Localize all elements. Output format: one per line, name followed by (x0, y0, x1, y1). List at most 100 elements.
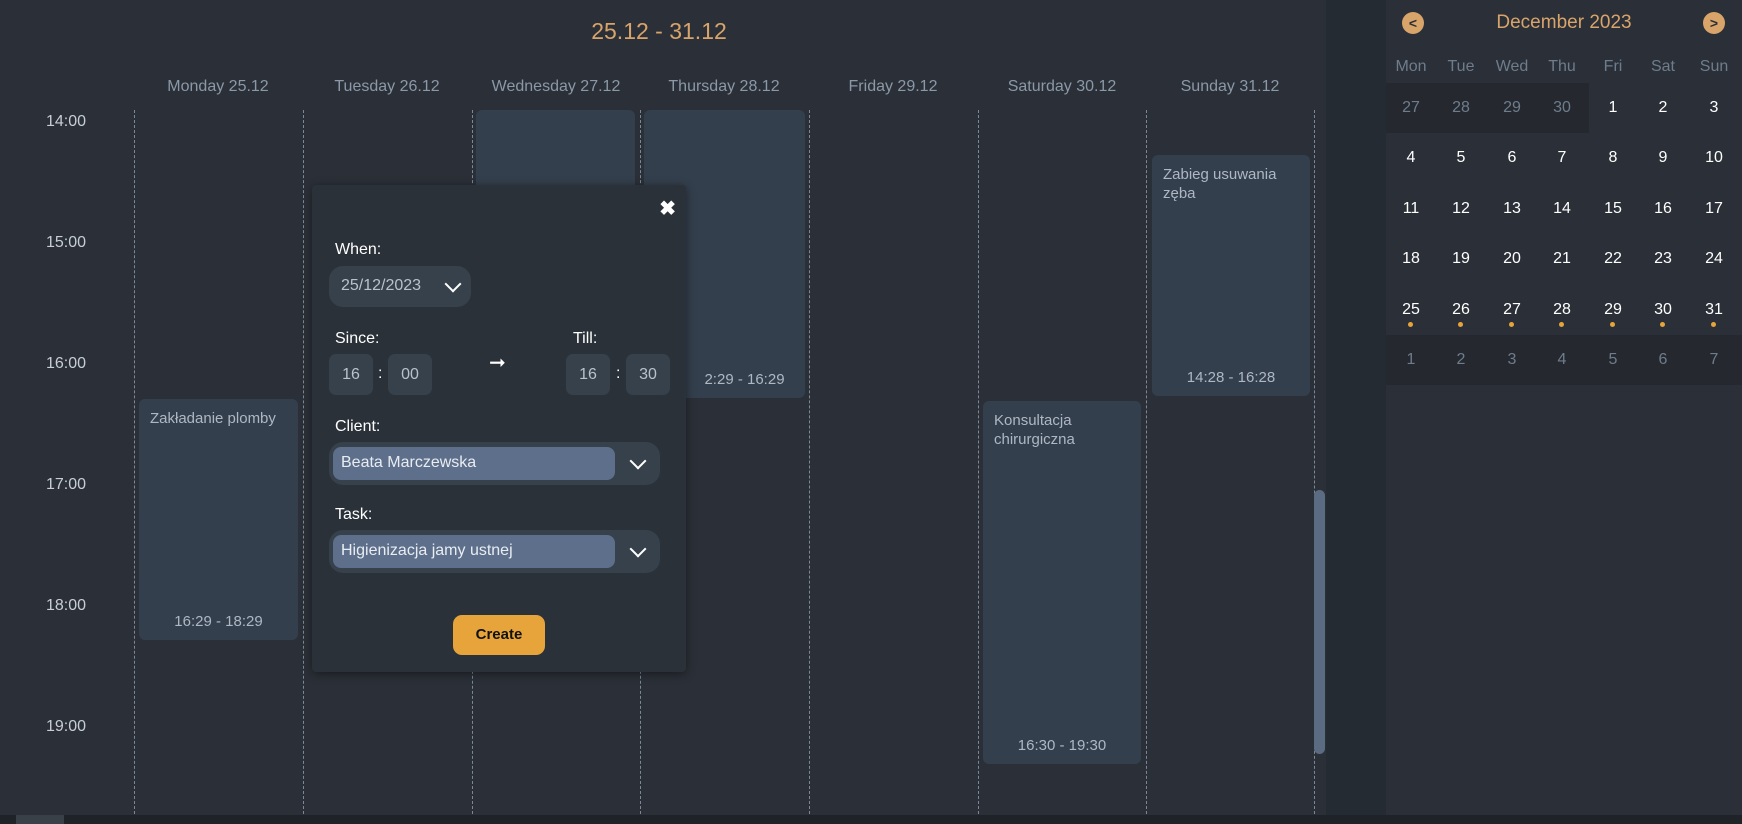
calendar-day-number: 4 (1406, 149, 1416, 166)
client-select[interactable]: Beata Marczewska (329, 442, 660, 485)
calendar-day[interactable]: 12 (1436, 184, 1486, 234)
column-divider (1146, 110, 1147, 824)
event-zabieg-usuwania-zeba[interactable]: Zabieg usuwania zęba 14:28 - 16:28 (1152, 155, 1310, 396)
event-indicator-dot (1559, 322, 1564, 327)
till-hour-input[interactable]: 16 (566, 354, 610, 395)
calendar-day[interactable]: 6 (1487, 133, 1537, 183)
calendar-day-number: 6 (1658, 351, 1668, 368)
close-icon[interactable]: ✖ (659, 196, 676, 221)
day-header-monday: Monday 25.12 (167, 78, 269, 95)
calendar-day-number: 28 (1452, 99, 1470, 116)
event-indicator-dot (1660, 322, 1665, 327)
chevron-down-icon (629, 540, 647, 558)
next-month-button[interactable]: > (1703, 12, 1725, 34)
calendar-day-number: 31 (1705, 301, 1723, 318)
event-indicator-dot (1458, 322, 1463, 327)
calendar-day-number: 23 (1654, 250, 1672, 267)
calendar-day-number: 16 (1654, 200, 1672, 217)
taskbar-item[interactable] (16, 815, 64, 824)
calendar-day[interactable]: 5 (1588, 335, 1638, 385)
event-indicator-dot (1610, 322, 1615, 327)
calendar-day[interactable]: 9 (1638, 133, 1688, 183)
calendar-day[interactable]: 27 (1386, 83, 1436, 133)
calendar-day[interactable]: 2 (1638, 83, 1688, 133)
calendar-day-number: 19 (1452, 250, 1470, 267)
calendar-day-number: 28 (1553, 301, 1571, 318)
till-minute-input[interactable]: 30 (626, 354, 670, 395)
calendar-day[interactable]: 28 (1537, 285, 1587, 335)
calendar-day[interactable]: 15 (1588, 184, 1638, 234)
mini-calendar-header: < December 2023 > (1386, 0, 1742, 44)
event-zakladanie-plomby[interactable]: Zakładanie plomby 16:29 - 18:29 (139, 399, 298, 640)
calendar-day[interactable]: 23 (1638, 234, 1688, 284)
calendar-day[interactable]: 17 (1689, 184, 1739, 234)
calendar-day-number: 20 (1503, 250, 1521, 267)
weekday-label: Sun (1699, 58, 1729, 75)
create-button[interactable]: Create (453, 615, 545, 655)
calendar-day-number: 11 (1402, 200, 1420, 217)
calendar-day-number: 22 (1604, 250, 1622, 267)
calendar-day-number: 14 (1553, 200, 1571, 217)
weekday-label: Wed (1495, 58, 1529, 75)
calendar-day[interactable]: 25 (1386, 285, 1436, 335)
calendar-day[interactable]: 11 (1386, 184, 1436, 234)
event-konsultacja-chirurgiczna[interactable]: Konsultacja chirurgiczna 16:30 - 19:30 (983, 401, 1141, 764)
calendar-day[interactable]: 7 (1689, 335, 1739, 385)
calendar-day[interactable]: 1 (1386, 335, 1436, 385)
client-value: Beata Marczewska (341, 454, 477, 471)
calendar-day[interactable]: 27 (1487, 285, 1537, 335)
calendar-day[interactable]: 26 (1436, 285, 1486, 335)
calendar-day[interactable]: 29 (1588, 285, 1638, 335)
column-divider (978, 110, 979, 824)
calendar-day-number: 29 (1503, 99, 1521, 116)
calendar-day[interactable]: 30 (1537, 83, 1587, 133)
task-select[interactable]: Higienizacja jamy ustnej (329, 530, 660, 573)
calendar-day[interactable]: 30 (1638, 285, 1688, 335)
calendar-day[interactable]: 31 (1689, 285, 1739, 335)
till-label: Till: (573, 330, 598, 347)
calendar-day[interactable]: 2 (1436, 335, 1486, 385)
calendar-day[interactable]: 16 (1638, 184, 1688, 234)
calendar-day[interactable]: 22 (1588, 234, 1638, 284)
calendar-day[interactable]: 4 (1537, 335, 1587, 385)
calendar-day[interactable]: 3 (1487, 335, 1537, 385)
chevron-down-icon (629, 452, 647, 470)
calendar-day[interactable]: 8 (1588, 133, 1638, 183)
time-label: 17:00 (46, 476, 87, 493)
calendar-day[interactable]: 21 (1537, 234, 1587, 284)
since-hour-input[interactable]: 16 (329, 354, 373, 395)
calendar-day-number: 1 (1406, 351, 1416, 368)
since-minute-input[interactable]: 00 (388, 354, 432, 395)
calendar-day-number: 26 (1452, 301, 1470, 318)
calendar-day[interactable]: 14 (1537, 184, 1587, 234)
calendar-day[interactable]: 28 (1436, 83, 1486, 133)
calendar-day[interactable]: 6 (1638, 335, 1688, 385)
calendar-day[interactable]: 7 (1537, 133, 1587, 183)
calendar-day[interactable]: 24 (1689, 234, 1739, 284)
calendar-day[interactable]: 20 (1487, 234, 1537, 284)
time-label: 16:00 (46, 355, 87, 372)
day-header-tuesday: Tuesday 26.12 (334, 78, 440, 95)
event-title: Konsultacja chirurgiczna (994, 412, 1075, 448)
calendar-day[interactable]: 5 (1436, 133, 1486, 183)
calendar-day-number: 25 (1402, 301, 1420, 318)
day-header-wednesday: Wednesday 27.12 (491, 78, 621, 95)
calendar-day[interactable]: 29 (1487, 83, 1537, 133)
calendar-day-number: 2 (1456, 351, 1466, 368)
task-value: Higienizacja jamy ustnej (341, 542, 513, 559)
weekday-label: Thu (1548, 58, 1576, 75)
event-time: 2:29 - 16:29 (704, 371, 785, 388)
date-select[interactable]: 25/12/2023 (329, 266, 471, 307)
calendar-day[interactable]: 1 (1588, 83, 1638, 133)
calendar-day[interactable]: 4 (1386, 133, 1436, 183)
week-title: 25.12 - 31.12 (591, 18, 727, 44)
calendar-day[interactable]: 18 (1386, 234, 1436, 284)
calendar-day[interactable]: 19 (1436, 234, 1486, 284)
chevron-down-icon (444, 275, 462, 293)
calendar-day[interactable]: 13 (1487, 184, 1537, 234)
calendar-day[interactable]: 3 (1689, 83, 1739, 133)
calendar-day-number: 9 (1658, 149, 1668, 166)
calendar-day[interactable]: 10 (1689, 133, 1739, 183)
vertical-scrollbar[interactable] (1314, 490, 1325, 754)
when-label: When: (335, 241, 382, 258)
